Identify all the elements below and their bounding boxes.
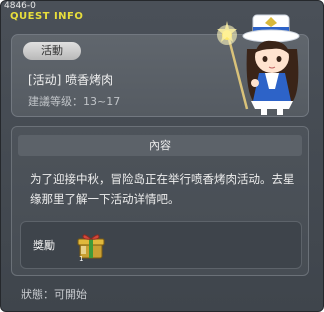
quest-name: [活动] 喷香烤肉	[28, 73, 114, 87]
reward-box: 獎勵 1	[20, 221, 302, 269]
quest-content-panel: 內容 为了迎接中秋，冒险岛正在举行喷香烤肉活动。去星缘那里了解一下活动详情吧。 …	[11, 126, 309, 276]
gift-box-icon[interactable]: 1	[75, 230, 107, 262]
quest-category-badge: 活動	[23, 42, 81, 60]
window-title: QUEST INFO	[10, 11, 84, 22]
npc-portrait-icon	[217, 14, 300, 115]
quest-info-window: 4846-0 QUEST INFO 活動 [活动] 喷香烤肉 建議等级：13~1…	[0, 0, 324, 312]
quest-status: 狀態：可開始	[21, 288, 87, 301]
quest-level: 建議等级：13~17	[28, 95, 121, 108]
content-header: 內容	[18, 135, 302, 156]
reward-label: 獎勵	[33, 239, 55, 252]
svg-text:1: 1	[79, 255, 83, 262]
quest-description: 为了迎接中秋，冒险岛正在举行喷香烤肉活动。去星缘那里了解一下活动详情吧。	[30, 172, 295, 206]
